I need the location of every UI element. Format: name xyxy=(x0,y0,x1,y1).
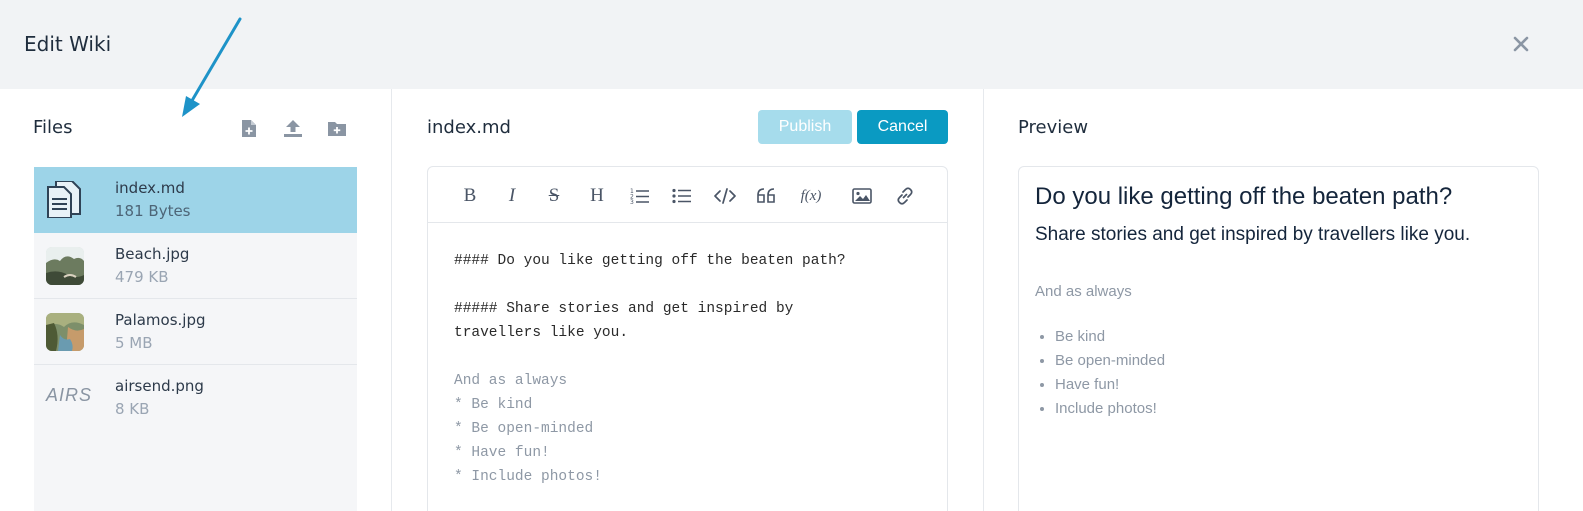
publish-button[interactable]: Publish xyxy=(758,110,852,144)
file-size: 5 MB xyxy=(115,334,153,352)
upload-icon[interactable] xyxy=(282,116,304,140)
new-file-icon[interactable] xyxy=(238,116,260,140)
list-item: Be kind xyxy=(1055,325,1165,349)
logo-thumbnail: AIRS xyxy=(46,385,93,405)
code-line: travellers like you. xyxy=(454,325,629,341)
modal-header: Edit Wiki xyxy=(0,0,1583,89)
preview-pane: Do you like getting off the beaten path?… xyxy=(1018,166,1539,511)
file-name: airsend.png xyxy=(115,377,204,395)
preview-heading: Do you like getting off the beaten path? xyxy=(1035,183,1453,210)
close-icon[interactable] xyxy=(1508,31,1534,57)
file-size: 181 Bytes xyxy=(115,202,191,220)
new-folder-icon[interactable] xyxy=(326,116,348,140)
files-actions xyxy=(238,116,348,142)
file-name: Beach.jpg xyxy=(115,245,190,263)
markdown-editor: B I S H 123 f(x) #### Do you like gettin… xyxy=(427,166,948,511)
panel-divider xyxy=(983,89,984,511)
heading-icon[interactable]: H xyxy=(584,183,610,209)
file-name: Palamos.jpg xyxy=(115,311,206,329)
file-name: index.md xyxy=(115,179,185,197)
code-line: * Include photos! xyxy=(454,469,602,485)
quote-icon[interactable] xyxy=(754,183,780,209)
files-title: Files xyxy=(33,117,73,138)
image-thumbnail xyxy=(46,313,84,351)
file-item-beach-jpg[interactable]: Beach.jpg 479 KB xyxy=(34,233,357,299)
strikethrough-icon[interactable]: S xyxy=(541,183,567,209)
file-item-index-md[interactable]: index.md 181 Bytes xyxy=(34,167,357,233)
code-line: ##### Share stories and get inspired by xyxy=(454,301,794,317)
code-line: * Have fun! xyxy=(454,445,550,461)
bold-icon[interactable]: B xyxy=(457,183,483,209)
modal-title: Edit Wiki xyxy=(24,32,112,56)
code-line: And as always xyxy=(454,373,568,389)
svg-text:3: 3 xyxy=(630,199,634,205)
preview-title: Preview xyxy=(1018,117,1089,138)
list-item: Include photos! xyxy=(1055,397,1165,421)
file-size: 479 KB xyxy=(115,268,169,286)
file-item-airsend-png[interactable]: AIRS airsend.png 8 KB xyxy=(34,365,357,431)
file-size: 8 KB xyxy=(115,400,150,418)
editor-toolbar: B I S H 123 f(x) xyxy=(428,167,947,223)
file-item-palamos-jpg[interactable]: Palamos.jpg 5 MB xyxy=(34,299,357,365)
code-line: #### Do you like getting off the beaten … xyxy=(454,253,846,269)
link-icon[interactable] xyxy=(892,183,918,209)
italic-icon[interactable]: I xyxy=(499,183,525,209)
editor-filename: index.md xyxy=(427,117,511,138)
document-icon xyxy=(46,181,84,219)
image-icon[interactable] xyxy=(849,183,875,209)
ordered-list-icon[interactable]: 123 xyxy=(627,183,653,209)
cancel-button[interactable]: Cancel xyxy=(857,110,948,144)
code-line: * Be kind xyxy=(454,397,533,413)
file-list: index.md 181 Bytes Beach.jpg 479 KB Pala… xyxy=(34,167,357,511)
markdown-textarea[interactable]: #### Do you like getting off the beaten … xyxy=(454,249,934,489)
code-line: * Be open-minded xyxy=(454,421,594,437)
bullet-list-icon[interactable] xyxy=(669,183,695,209)
list-item: Be open-minded xyxy=(1055,349,1165,373)
image-thumbnail xyxy=(46,247,84,285)
preview-list: Be kind Be open-minded Have fun! Include… xyxy=(1055,325,1165,421)
formula-icon[interactable]: f(x) xyxy=(796,183,826,209)
preview-paragraph: And as always xyxy=(1035,283,1132,300)
list-item: Have fun! xyxy=(1055,373,1165,397)
panel-divider xyxy=(391,89,392,511)
preview-subheading: Share stories and get inspired by travel… xyxy=(1035,224,1471,245)
code-icon[interactable] xyxy=(712,183,738,209)
